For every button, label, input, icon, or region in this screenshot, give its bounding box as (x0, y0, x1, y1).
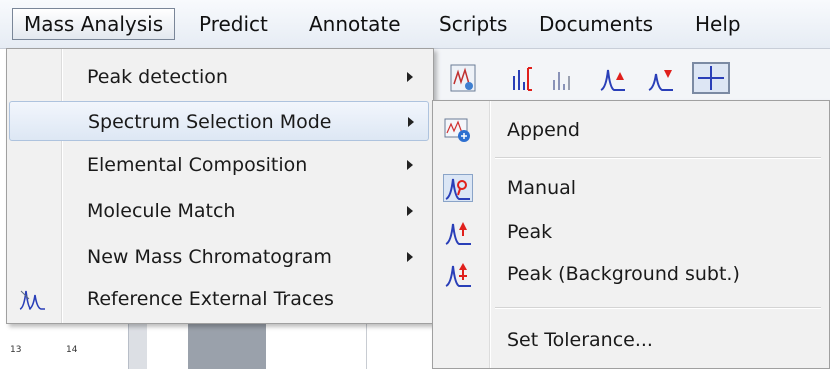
menu-item-peak[interactable]: Peak (435, 213, 827, 251)
menu-item-new-mass-chromatogram[interactable]: New Mass Chromatogram (9, 237, 429, 277)
menu-item-reference-external-traces[interactable]: Reference External Traces (9, 279, 429, 319)
menu-item-label: Manual (507, 177, 577, 199)
submenu-arrow-icon (407, 206, 413, 216)
menu-item-label: Set Tolerance... (507, 329, 653, 351)
menu-annotate[interactable]: Annotate (298, 8, 412, 40)
menu-item-label: Molecule Match (87, 200, 236, 222)
menu-item-set-tolerance[interactable]: Set Tolerance... (435, 321, 827, 359)
peak-background-icon (443, 260, 473, 288)
menu-item-elemental-composition[interactable]: Elemental Composition (9, 145, 429, 185)
mass-analysis-menu: Peak detection Spectrum Selection Mode E… (6, 48, 434, 324)
menu-item-molecule-match[interactable]: Molecule Match (9, 191, 429, 231)
peak-up-icon[interactable] (598, 62, 628, 94)
panel-splitter[interactable] (128, 318, 147, 369)
spectrum-document-icon[interactable] (448, 62, 478, 94)
peak-down-icon[interactable] (646, 62, 676, 94)
manual-peak-icon (443, 174, 473, 202)
menu-item-peak-background-subt[interactable]: Peak (Background subt.) (435, 255, 827, 293)
menu-predict[interactable]: Predict (188, 8, 279, 40)
menu-documents[interactable]: Documents (528, 8, 664, 40)
menu-help[interactable]: Help (684, 8, 752, 40)
menu-item-label: Elemental Composition (87, 154, 308, 176)
reference-traces-icon (17, 285, 47, 313)
append-icon (443, 116, 473, 144)
menu-item-label: Peak (507, 221, 553, 243)
submenu-arrow-icon (407, 160, 413, 170)
submenu-arrow-icon (407, 252, 413, 262)
axis-tick-label: 13 (10, 345, 22, 355)
menu-item-label: New Mass Chromatogram (87, 246, 332, 268)
axis-tick-label: 14 (66, 345, 78, 355)
menu-item-label: Append (507, 119, 580, 141)
menu-item-peak-detection[interactable]: Peak detection (9, 57, 429, 97)
menu-item-label: Reference External Traces (87, 288, 334, 310)
submenu-arrow-icon (408, 117, 414, 127)
menu-item-append[interactable]: Append (435, 111, 827, 149)
menu-item-label: Peak (Background subt.) (507, 263, 740, 285)
panel-divider (366, 318, 367, 369)
menu-separator (495, 157, 821, 159)
menu-item-spectrum-selection-mode[interactable]: Spectrum Selection Mode (9, 101, 429, 141)
peak-icon (443, 218, 473, 246)
menu-item-manual[interactable]: Manual (435, 169, 827, 207)
menu-item-label: Spectrum Selection Mode (88, 111, 332, 133)
menu-scripts[interactable]: Scripts (428, 8, 518, 40)
menu-item-label: Peak detection (87, 66, 228, 88)
spectrum-selection-mode-submenu: Append Manual Peak Peak (Background subt… (432, 100, 830, 369)
menu-separator (495, 307, 821, 309)
menu-bar: Mass Analysis Predict Annotate Scripts D… (0, 0, 830, 49)
submenu-arrow-icon (407, 72, 413, 82)
gray-panel (188, 318, 266, 369)
menu-mass-analysis[interactable]: Mass Analysis (12, 8, 176, 40)
spectrum-bars-gray-icon[interactable] (548, 62, 578, 94)
spectrum-bars-icon[interactable] (508, 62, 538, 94)
crosshair-tool-icon[interactable] (692, 62, 730, 94)
